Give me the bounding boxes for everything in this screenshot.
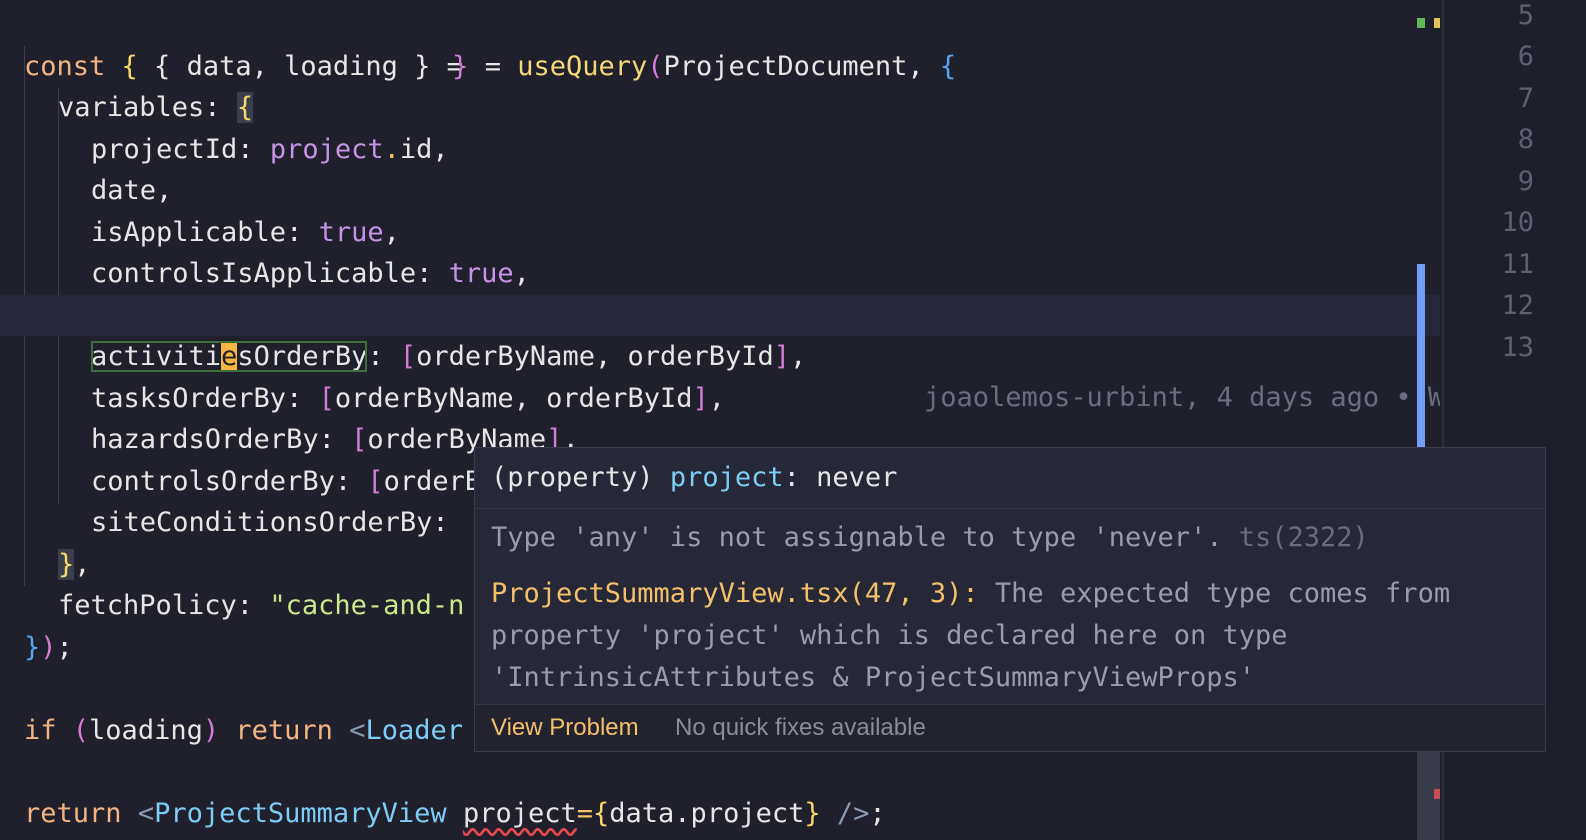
code-line-current[interactable]: activitiesOrderBy: [orderByName, orderBy… [0, 295, 1440, 413]
code-line-11[interactable]: controlsOrderBy: [orderByName], [0, 420, 595, 497]
code-line-2[interactable]: variables: { [0, 46, 254, 123]
code-line-6[interactable]: controlsIsApplicable: true, [0, 212, 530, 289]
overview-yellow-marker [1434, 18, 1440, 28]
line-number: 10 [1501, 207, 1534, 238]
view-problem-link[interactable]: View Problem [491, 705, 639, 751]
related-file-link[interactable]: ProjectSummaryView.tsx(47, 3): [491, 578, 979, 609]
highlighted-symbol[interactable]: activitiesOrderBy [91, 341, 368, 372]
no-quick-fixes-label: No quick fixes available [675, 714, 926, 741]
code-line-9[interactable]: tasksOrderBy: [orderByName, orderById], [0, 337, 725, 414]
error-squiggle[interactable]: project [463, 798, 577, 829]
line-number: 11 [1501, 249, 1534, 280]
code-line-12[interactable]: siteConditionsOrderBy: [0, 461, 449, 538]
hover-actions: View Problem No quick fixes available [475, 704, 1545, 751]
code-line-3[interactable]: projectId: project.id, [0, 88, 449, 165]
code-line-17[interactable]: if (loading) return <Loader [0, 669, 463, 746]
line-number: 6 [1517, 41, 1534, 72]
hover-divider [475, 508, 1545, 509]
code-line-19[interactable]: return <ProjectSummaryView project={data… [0, 752, 886, 829]
git-blame-annotation: joaolemos-urbint, 4 days ago • W [924, 382, 1440, 413]
hover-tooltip[interactable]: (property) project: never Type 'any' is … [474, 447, 1546, 752]
line-number: 13 [1501, 332, 1534, 363]
line-number: 7 [1517, 83, 1534, 114]
code-line-7[interactable]: orderBy: [orderByName], [0, 254, 465, 331]
code-line-14[interactable]: fetchPolicy: "cache-and-n [0, 544, 464, 621]
code-line-4[interactable]: date, [0, 129, 172, 206]
error-marker [1434, 789, 1440, 799]
code-line-15[interactable]: }); [0, 586, 73, 663]
code-line-5[interactable]: isApplicable: true, [0, 171, 400, 248]
text-cursor: e [221, 341, 238, 372]
git-modified-bar [1417, 264, 1425, 448]
line-number: 5 [1517, 0, 1534, 31]
line-number: 9 [1517, 166, 1534, 197]
hover-related-info: ProjectSummaryView.tsx(47, 3): The expec… [491, 578, 1451, 693]
code-line-13[interactable]: }, [0, 503, 91, 580]
code-line-1[interactable]: const { { data, loading } = } = useQuery… [0, 5, 956, 82]
hover-signature: (property) project: never [491, 462, 898, 493]
hover-error-message: Type 'any' is not assignable to type 'ne… [491, 522, 1369, 553]
line-number: 12 [1501, 290, 1534, 321]
line-number: 8 [1517, 124, 1534, 155]
code-line-10[interactable]: hazardsOrderBy: [orderByName], [0, 378, 579, 455]
overview-green-marker [1417, 18, 1425, 28]
